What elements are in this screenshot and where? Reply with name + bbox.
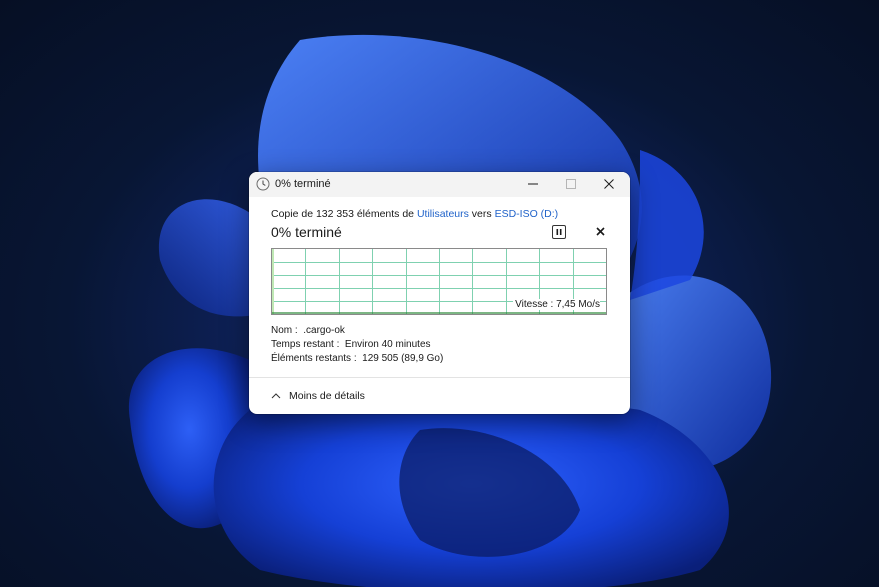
chevron-up-icon <box>271 393 281 399</box>
items-remaining-value: 129 505 (89,9 Go) <box>362 353 444 364</box>
copy-summary: Copie de 132 353 éléments de Utilisateur… <box>271 208 558 220</box>
items-remaining-label: Éléments restants : <box>271 353 357 364</box>
speed-label: Vitesse : 7,45 Mo/s <box>513 299 600 310</box>
detail-items-row: Éléments restants : 129 505 (89,9 Go) <box>271 353 443 364</box>
window-title: 0% terminé <box>275 178 331 190</box>
detail-name-row: Nom : .cargo-ok <box>271 325 345 336</box>
copy-middle: vers <box>468 208 495 220</box>
detail-time-row: Temps restant : Environ 40 minutes <box>271 339 431 350</box>
copy-prefix: Copie de 132 353 éléments de <box>271 208 417 220</box>
pause-button[interactable] <box>552 225 566 239</box>
copy-progress-dialog: 0% terminé Copie de 132 353 éléments de … <box>249 172 630 414</box>
maximize-icon <box>566 176 576 194</box>
clock-icon <box>256 177 270 191</box>
minimize-icon <box>528 176 538 194</box>
divider <box>249 377 630 378</box>
destination-link[interactable]: ESD-ISO (D:) <box>495 208 559 220</box>
pause-icon <box>555 223 563 241</box>
less-details-toggle[interactable]: Moins de détails <box>271 390 365 402</box>
title-bar[interactable]: 0% terminé <box>249 172 630 197</box>
time-remaining-value: Environ 40 minutes <box>344 339 431 350</box>
desktop: 0% terminé Copie de 132 353 éléments de … <box>0 0 879 587</box>
name-value: .cargo-ok <box>303 325 345 336</box>
close-button[interactable] <box>591 172 627 197</box>
maximize-button[interactable] <box>553 172 589 197</box>
name-label: Nom : <box>271 325 298 336</box>
graph-progress-fill <box>272 249 274 314</box>
close-icon <box>604 176 614 194</box>
cancel-button[interactable] <box>593 225 607 239</box>
cancel-icon <box>595 223 605 241</box>
progress-percent: 0% terminé <box>271 224 342 240</box>
transfer-speed-graph: Vitesse : 7,45 Mo/s <box>271 248 607 315</box>
less-details-label: Moins de détails <box>289 390 365 402</box>
source-link[interactable]: Utilisateurs <box>417 208 469 220</box>
time-remaining-label: Temps restant : <box>271 339 340 350</box>
minimize-button[interactable] <box>515 172 551 197</box>
